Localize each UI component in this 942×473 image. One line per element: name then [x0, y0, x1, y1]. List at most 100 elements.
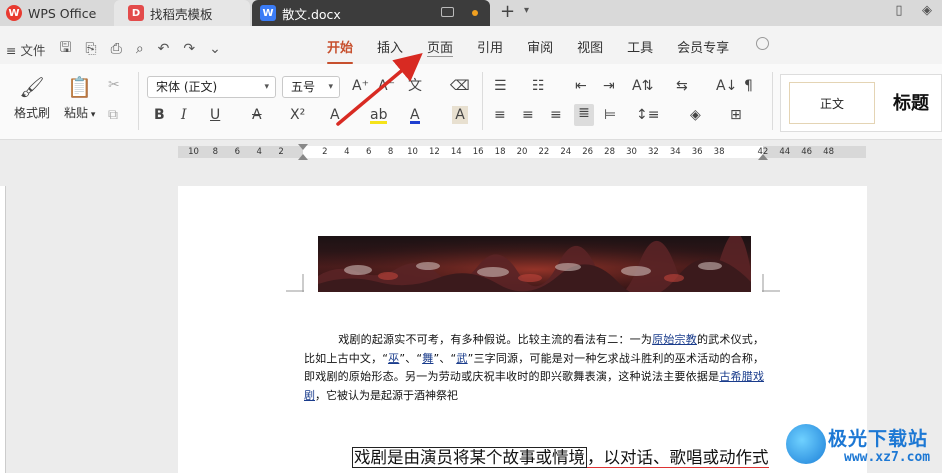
margin-corner-mark — [286, 274, 304, 292]
cube-icon[interactable]: ◈ — [918, 3, 936, 21]
tab-document[interactable]: W 散文.docx — [252, 0, 490, 26]
document-page[interactable]: 戏剧的起源实不可考，有多种假说。比较主流的看法有二：一为原始宗教的武术仪式，比如… — [178, 186, 867, 473]
new-tab-plus-icon[interactable]: + — [500, 1, 515, 22]
para-text: ”、“ — [433, 351, 457, 365]
print-preview-icon[interactable]: ⌕ — [136, 41, 144, 57]
align-center-icon[interactable]: ≡ — [522, 106, 534, 124]
underline-icon[interactable]: U — [210, 106, 220, 124]
font-name-value: 宋体 (正文) — [156, 80, 218, 94]
aurora-logo-icon — [786, 424, 826, 464]
ribbon: 🖌 格式刷 📋 粘贴 ▾ ✂ ⧉ 宋体 (正文) ▾ 五号 ▾ A⁺ A⁻ 文 ⌫ … — [0, 64, 942, 140]
margin-corner-mark — [762, 274, 780, 292]
search-icon[interactable] — [756, 37, 769, 50]
ruler-tick: 16 — [472, 147, 484, 157]
ruler-tick: 6 — [365, 147, 372, 157]
font-size-select[interactable]: 五号 ▾ — [282, 76, 340, 98]
align-right-icon[interactable]: ≡ — [550, 106, 562, 124]
decrease-indent-icon[interactable]: ⇤ — [575, 77, 587, 95]
print-icon[interactable]: ⎙ — [111, 41, 122, 57]
text-effect-icon[interactable]: A — [330, 106, 340, 124]
redo-icon[interactable]: ↷ — [183, 41, 195, 57]
tab-tools[interactable]: 工具 — [627, 37, 653, 57]
separator — [138, 72, 139, 130]
tab-view[interactable]: 视图 — [577, 37, 603, 57]
sidebar-toggle-icon[interactable]: ▯ — [890, 3, 908, 21]
link-wu-martial[interactable]: 武 — [456, 352, 467, 365]
increase-indent-icon[interactable]: ⇥ — [603, 77, 615, 95]
justify-icon[interactable]: ≣ — [574, 104, 594, 126]
bordered-text[interactable]: 戏剧是由演员将某个故事或情境 — [352, 447, 587, 468]
highlight-icon[interactable]: ab — [370, 106, 388, 124]
file-menu[interactable]: ≡ 文件 — [6, 40, 45, 59]
ruler-tick: 2 — [278, 147, 284, 157]
style-title-button[interactable]: 标题 — [893, 89, 929, 115]
italic-icon[interactable]: I — [181, 106, 187, 124]
style-normal-button[interactable]: 正文 — [789, 82, 875, 124]
distribute-icon[interactable]: ⊨ — [604, 106, 616, 124]
paste-button[interactable]: 📋 粘贴 ▾ — [64, 74, 95, 121]
strikethrough-icon[interactable]: A — [252, 106, 262, 124]
shrink-font-icon[interactable]: A⁻ — [378, 77, 395, 95]
export-icon[interactable]: ⎘ — [85, 41, 96, 57]
bold-icon[interactable]: B — [154, 106, 165, 124]
file-menu-label: 文件 — [20, 42, 46, 58]
sort-icon[interactable]: A↓ — [716, 77, 737, 95]
tab-wps-label: WPS Office — [28, 5, 97, 21]
vertical-ruler — [0, 186, 6, 473]
cut-icon[interactable]: ✂ — [108, 76, 120, 94]
brush-icon: 🖌 — [19, 75, 45, 99]
spellcheck-underlined-text[interactable]: ，以对话、歌唱或动作式 — [587, 448, 769, 468]
grow-font-icon[interactable]: A⁺ — [352, 77, 369, 95]
right-indent-marker[interactable] — [758, 144, 768, 160]
font-size-value: 五号 — [291, 80, 316, 94]
more-chevron-icon[interactable]: ⌄ — [209, 41, 221, 57]
tab-review[interactable]: 审阅 — [527, 37, 553, 57]
paste-label: 粘贴 — [64, 106, 89, 120]
ruler-tick: 24 — [560, 147, 572, 157]
tab-member[interactable]: 会员专享 — [677, 37, 729, 57]
ruler-tick: 14 — [450, 147, 462, 157]
indent-marker[interactable] — [298, 144, 308, 160]
ruler-tick: 44 — [779, 147, 791, 157]
format-painter-button[interactable]: 🖌 格式刷 — [14, 74, 50, 121]
paragraph-origin[interactable]: 戏剧的起源实不可考，有多种假说。比较主流的看法有二：一为原始宗教的武术仪式，比如… — [304, 331, 764, 405]
wps-logo-icon: W — [6, 5, 22, 21]
tab-list-chevron-icon[interactable]: ▾ — [524, 5, 529, 16]
tab-templates[interactable]: D 找稻壳模板 — [114, 0, 250, 26]
ruler-tick: 34 — [669, 147, 681, 157]
copy-icon[interactable]: ⧉ — [108, 106, 118, 124]
screen-icon[interactable] — [441, 7, 454, 17]
link-wu-dance[interactable]: 舞 — [422, 352, 433, 365]
phonetic-icon[interactable]: 文 — [408, 77, 422, 95]
border-icon[interactable]: ⊞ — [730, 106, 742, 124]
ruler-tick: 46 — [801, 147, 813, 157]
banner-image[interactable] — [318, 236, 751, 292]
align-left-icon[interactable]: ≡ — [494, 106, 506, 124]
ruler-tick: 4 — [344, 147, 350, 157]
save-icon[interactable]: 🖫 — [59, 37, 71, 61]
line-wrap-icon[interactable]: ⇆ — [676, 77, 688, 95]
tab-page[interactable]: 页面 — [427, 37, 454, 57]
show-marks-icon[interactable]: ¶ — [744, 77, 753, 95]
tab-wps-office[interactable]: W WPS Office — [0, 0, 112, 26]
line-spacing-icon[interactable]: ↕≡ — [636, 106, 659, 124]
tab-home[interactable]: 开始 — [327, 37, 354, 64]
ribbon-tabs: 开始 插入 页面 引用 审阅 视图 工具 会员专享 — [327, 37, 753, 64]
link-wu-shaman[interactable]: 巫 — [388, 352, 399, 365]
tab-references[interactable]: 引用 — [477, 37, 503, 57]
shading-icon[interactable]: ◈ — [690, 106, 701, 124]
horizontal-ruler[interactable]: 10 8 6 4 2 2 4 6 8 10 12 14 16 18 20 22 24 26 28 30 32 34 36 38… — [178, 144, 866, 160]
superscript-icon[interactable]: X² — [290, 106, 305, 124]
tab-insert[interactable]: 插入 — [377, 37, 403, 57]
link-primitive-religion[interactable]: 原始宗教 — [652, 333, 697, 346]
clear-format-icon[interactable]: ⌫ — [450, 77, 470, 95]
paragraph-definition[interactable]: 戏剧是由演员将某个故事或情境 ，以对话、歌唱或动作式 — [352, 444, 769, 468]
numbered-list-icon[interactable]: ☷ — [532, 77, 545, 95]
bullet-list-icon[interactable]: ☰ — [494, 77, 507, 95]
chevron-down-icon: ▾ — [328, 82, 333, 92]
undo-icon[interactable]: ↶ — [158, 41, 170, 57]
font-name-select[interactable]: 宋体 (正文) ▾ — [147, 76, 276, 98]
text-direction-icon[interactable]: A⇅ — [632, 77, 653, 95]
char-shading-icon[interactable]: A — [452, 106, 468, 124]
font-color-icon[interactable]: A — [410, 106, 420, 124]
